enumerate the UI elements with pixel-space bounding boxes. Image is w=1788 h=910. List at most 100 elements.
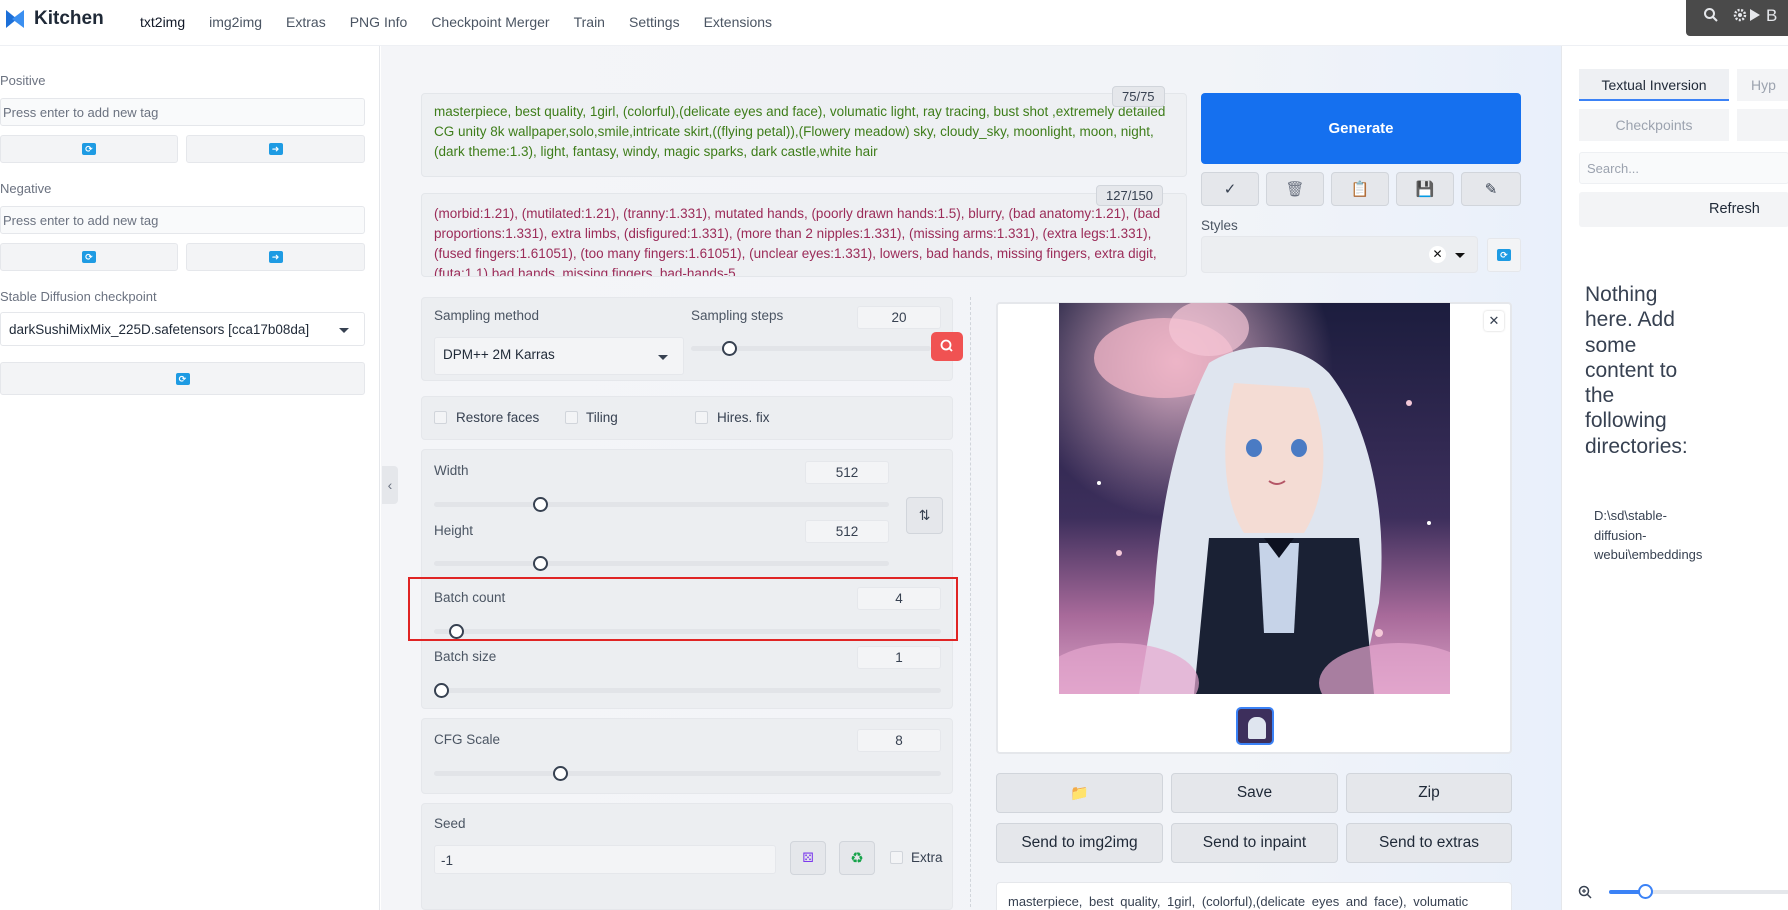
styles-refresh-button[interactable]: ⟳ [1487,238,1521,272]
batch-count-slider[interactable] [434,629,941,634]
height-thumb[interactable] [533,556,548,571]
tiling-checkbox[interactable] [565,411,578,424]
send-to-inpaint-button[interactable]: Send to inpaint [1171,823,1338,863]
folder-icon: 📁 [1070,785,1089,802]
gear-icon[interactable] [1732,7,1748,27]
red-action-button[interactable] [931,332,963,361]
refresh-icon: ⟳ [175,372,190,385]
negative-tag-input[interactable]: Press enter to add new tag [0,206,365,234]
sampling-method-label: Sampling method [434,308,540,323]
tab-extensions[interactable]: Extensions [692,0,784,44]
open-folder-button[interactable]: 📁 [996,773,1163,813]
batch-size-slider[interactable] [434,688,941,693]
extra-seed-checkbox[interactable] [890,851,903,864]
tab-txt2img[interactable]: txt2img [128,0,197,44]
search-icon[interactable] [1703,7,1719,27]
height-input[interactable]: 512 [805,520,889,543]
top-bar: Kitchen txt2img img2img Extras PNG Info … [0,0,1788,46]
batch-count-thumb[interactable] [449,624,464,639]
play-icon[interactable] [1748,7,1762,27]
width-slider[interactable] [434,502,889,507]
cfg-slider[interactable] [434,771,941,776]
send-to-img2img-button[interactable]: Send to img2img [996,823,1163,863]
sampling-steps-input[interactable]: 20 [857,306,941,329]
column-divider [970,297,971,907]
negative-refresh-button[interactable]: ⟳ [0,243,178,271]
styles-select[interactable]: ✕ [1201,236,1478,273]
negative-token-counter: 127/150 [1096,185,1163,206]
tab-checkpoint-merger[interactable]: Checkpoint Merger [419,0,561,44]
tab-img2img[interactable]: img2img [197,0,274,44]
refresh-button[interactable]: Refresh [1579,192,1788,227]
save-style-button[interactable]: 💾 [1396,172,1454,206]
batch-size-input[interactable]: 1 [857,646,941,669]
sampling-method-select[interactable]: DPM++ 2M Karras [434,337,684,375]
positive-refresh-button[interactable]: ⟳ [0,135,178,163]
height-slider[interactable] [434,561,889,566]
negative-send-button[interactable]: ➜ [186,243,365,271]
hires-fix-checkbox[interactable] [695,411,708,424]
checkpoint-refresh-button[interactable]: ⟳ [0,362,365,395]
zip-button[interactable]: Zip [1346,773,1512,813]
network-search-input[interactable]: Search... [1579,152,1788,184]
positive-tag-input[interactable]: Press enter to add new tag [0,98,365,126]
seed-input[interactable]: -1 [434,845,776,874]
cfg-thumb[interactable] [553,766,568,781]
paste-button[interactable]: 📋 [1331,172,1389,206]
sampling-method-value: DPM++ 2M Karras [443,347,555,362]
generate-button[interactable]: Generate [1201,93,1521,164]
clear-button[interactable]: 🗑 [1266,172,1324,206]
apply-button[interactable]: ✓ [1201,172,1259,206]
zoom-thumb[interactable] [1638,884,1653,899]
swap-icon: ⇅ [918,507,931,523]
save-icon: 💾 [1415,181,1435,198]
magic-button[interactable]: ✎ [1461,172,1521,206]
extra-networks-panel: Textual Inversion Hyp Checkpoints Search… [1561,46,1788,910]
collapse-sidebar-button[interactable]: ‹ [382,466,398,504]
recycle-icon: ♻ [850,850,864,867]
tab-textual-inversion[interactable]: Textual Inversion [1579,69,1729,101]
batch-size-label: Batch size [434,649,497,664]
refresh-icon: ⟳ [82,143,96,155]
brand-name: Kitchen [34,8,104,29]
tab-lora[interactable] [1737,109,1788,141]
clear-styles-icon[interactable]: ✕ [1429,246,1446,263]
swap-dimensions-button[interactable]: ⇅ [906,497,943,534]
restore-faces-checkbox[interactable] [434,411,447,424]
positive-token-counter: 75/75 [1112,86,1165,107]
checkpoint-label: Stable Diffusion checkpoint [0,289,157,304]
positive-send-button[interactable]: ➜ [186,135,365,163]
user-initial[interactable]: B [1766,6,1777,26]
tab-png-info[interactable]: PNG Info [338,0,420,44]
width-thumb[interactable] [533,497,548,512]
width-input[interactable]: 512 [805,461,889,484]
random-seed-button[interactable]: ⚄ [790,841,826,875]
height-label: Height [434,523,474,538]
save-button[interactable]: Save [1171,773,1338,813]
image-thumbnail[interactable] [1236,707,1274,745]
generated-image[interactable] [1059,303,1450,694]
zoom-slider[interactable] [1609,890,1788,894]
cfg-input[interactable]: 8 [857,729,941,752]
negative-prompt-text: (morbid:1.21), (mutilated:1.21), (tranny… [434,206,1161,277]
refresh-icon: ⟳ [82,251,96,263]
checkpoint-select[interactable]: darkSushiMixMix_225D.safetensors [cca17b… [0,312,365,346]
reuse-seed-button[interactable]: ♻ [839,841,875,875]
close-image-button[interactable]: ✕ [1484,311,1504,331]
zoom-icon[interactable] [1578,885,1592,902]
send-to-extras-button[interactable]: Send to extras [1346,823,1512,863]
generation-info: masterpiece, best quality, 1girl, (color… [996,882,1512,910]
tab-hypernetworks[interactable]: Hyp [1737,69,1788,101]
tab-checkpoints[interactable]: Checkpoints [1579,109,1729,141]
sampling-steps-thumb[interactable] [722,341,737,356]
tab-extras[interactable]: Extras [274,0,338,44]
brand[interactable]: Kitchen [6,8,104,30]
chevron-down-icon [658,355,668,360]
embeddings-directory: D:\sd\stable-diffusion-webui\embeddings [1594,508,1703,562]
negative-prompt[interactable]: (morbid:1.21), (mutilated:1.21), (tranny… [421,193,1187,277]
batch-count-input[interactable]: 4 [857,587,941,610]
positive-prompt[interactable]: masterpiece, best quality, 1girl, (color… [421,93,1187,177]
tab-train[interactable]: Train [562,0,617,44]
batch-size-thumb[interactable] [434,683,449,698]
tab-settings[interactable]: Settings [617,0,692,44]
